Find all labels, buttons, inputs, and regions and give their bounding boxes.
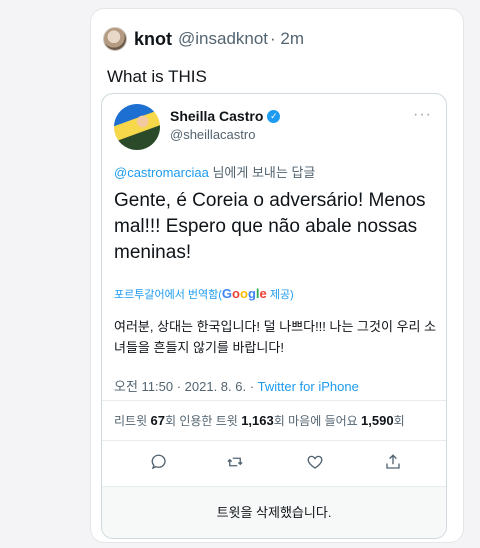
translate-prefix: 포르투갈어에서 번역함( [114, 289, 222, 301]
author-handle[interactable]: @insadknot [178, 29, 268, 49]
tweet-card[interactable]: knot @insadknot · 2m What is THIS Sheill… [90, 8, 464, 543]
reply-icon [144, 452, 174, 482]
tweet-time[interactable]: · 2m [270, 29, 304, 49]
action-bar [102, 452, 446, 482]
engagement-stats: 리트윗 67회 인용한 트윗 1,163회 마음에 들어요 1,590회 [114, 412, 405, 429]
likes-label: 마음에 들어요 [288, 414, 362, 428]
verified-badge-icon: ✓ [267, 109, 281, 123]
share-icon [378, 452, 408, 482]
quoted-name-row: Sheilla Castro ✓ [170, 108, 281, 124]
retweets-count: 67 [150, 413, 165, 428]
divider [102, 440, 446, 441]
tweet-timestamp: 오전 11:50 · 2021. 8. 6. · Twitter for iPh… [114, 376, 359, 395]
translate-suffix: 제공) [266, 289, 294, 301]
reply-suffix: 님에게 보내는 답글 [208, 165, 316, 180]
quotes-count: 1,163 [241, 413, 274, 428]
tweet-header: knot @insadknot · 2m [103, 27, 304, 51]
reply-mention: @castromarciaa [114, 165, 209, 180]
deleted-notice: 트윗을 삭제했습니다. [102, 486, 446, 538]
quoted-handle: @sheillacastro [170, 127, 256, 142]
timestamp-text: 오전 11:50 · 2021. 8. 6. · [114, 379, 258, 394]
divider [102, 400, 446, 401]
retweet-icon [220, 452, 250, 482]
more-options-icon: ··· [413, 106, 432, 123]
likes-unit: 회 [393, 414, 405, 428]
quotes-label: 인용한 트윗 [179, 414, 242, 428]
quoted-name: Sheilla Castro [170, 108, 264, 124]
retweets-unit: 회 [164, 414, 180, 428]
retweets-label: 리트윗 [114, 414, 151, 428]
quoted-text: Gente, é Coreia o adversário! Menos mal!… [114, 190, 426, 263]
author-name[interactable]: knot [134, 29, 172, 50]
reply-context: @castromarciaa 님에게 보내는 답글 [114, 162, 315, 181]
google-logo: Google [221, 286, 267, 301]
likes-count: 1,590 [361, 413, 394, 428]
author-avatar[interactable] [103, 27, 127, 51]
quoted-names: Sheilla Castro ✓ @sheillacastro [170, 108, 281, 150]
quoted-header: Sheilla Castro ✓ @sheillacastro [114, 104, 281, 150]
client-name: Twitter for iPhone [257, 379, 359, 394]
quotes-unit: 회 [273, 414, 289, 428]
quoted-avatar [114, 104, 160, 150]
like-icon [300, 452, 330, 482]
embedded-tweet-screenshot: Sheilla Castro ✓ @sheillacastro ··· @cas… [101, 93, 447, 539]
translated-text: 여러분, 상대는 한국입니다! 덜 나쁘다!!! 나는 그것이 우리 소녀들을 … [114, 319, 437, 355]
translation-attribution: 포르투갈어에서 번역함(Google 제공) [114, 286, 294, 302]
tweet-text: What is THIS [107, 67, 207, 86]
